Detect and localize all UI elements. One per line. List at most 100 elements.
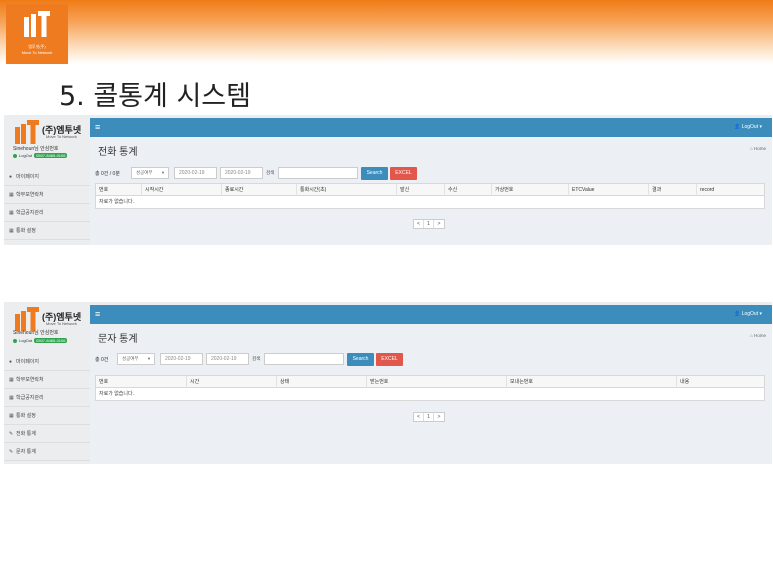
excel-button[interactable]: EXCEL [390, 167, 417, 180]
sidebar-item-label: 마이페이지 [16, 359, 40, 365]
column-header[interactable]: 받는번호 [366, 376, 506, 388]
result-count: 총 0건 [95, 357, 109, 363]
sidebar-item-label: 학급공지관리 [16, 395, 44, 401]
logout-label: LogOut [741, 311, 759, 317]
grid-icon: ▦ [9, 192, 14, 198]
sidebar-item-call-settings[interactable]: ▦ 통화 설정 [4, 222, 90, 240]
sidebar-item-call-settings[interactable]: ▦ 통화 설정 [4, 407, 90, 425]
breadcrumb-home[interactable]: ⌂ Home [750, 146, 766, 151]
next-page-button[interactable]: > [434, 220, 444, 228]
hamburger-menu-icon[interactable]: ≡ [95, 310, 100, 319]
column-header[interactable]: 통화시간(초) [296, 184, 396, 196]
sidebar-item-sms-stats[interactable]: ✎ 문자 통계 [4, 443, 90, 461]
sidebar-item-class-notice[interactable]: ▦ 학급공지관리 [4, 389, 90, 407]
grid-icon: ▦ [9, 395, 14, 401]
search-button[interactable]: Search [347, 353, 374, 366]
sidebar-menu: ● 마이페이지 ▦ 학부모연락처 ▦ 학급공지관리 ▦ 통화 설정 [4, 168, 90, 240]
user-name: Sinehoun님 안심번호 [13, 330, 59, 336]
column-header[interactable]: 번호 [96, 184, 141, 196]
sidebar-item-mypage[interactable]: ● 마이페이지 [4, 353, 90, 371]
dashboard-icon: ● [9, 359, 13, 365]
filter-bar: 총 0건 성공여부 ▼ 2020-02-19 2020-02-19 검색 Sear… [95, 353, 772, 366]
logout-button[interactable]: 👤 LogOut ▾ [734, 124, 762, 130]
hamburger-menu-icon[interactable]: ≡ [95, 123, 100, 132]
sidebar-menu: ● 마이페이지 ▦ 학부모연락처 ▦ 학급공지관리 ▦ 통화 설정 ✎ 전화 통계 ✎ 문자… [4, 353, 90, 461]
sidebar-item-parent-contacts[interactable]: ▦ 학부모연락처 [4, 371, 90, 389]
phone-badge: 0507-8465-0106 [34, 153, 68, 158]
date-to-input[interactable]: 2020-02-19 [220, 167, 263, 179]
column-header[interactable]: 상태 [276, 376, 366, 388]
sidebar-item-label: 학부모연락처 [16, 377, 44, 383]
sidebar-item-call-stats[interactable]: ✎ 전화 통계 [4, 425, 90, 443]
sidebar-item-label: 문자 통계 [16, 449, 36, 455]
column-header[interactable]: ETCValue [568, 184, 648, 196]
pagination: <1 > [413, 412, 445, 422]
user-name: Sinehoun님 안심번호 [13, 146, 59, 152]
logout-button[interactable]: 👤 LogOut ▾ [734, 311, 762, 317]
chevron-down-icon: ▼ [161, 170, 165, 175]
excel-button[interactable]: EXCEL [376, 353, 403, 366]
user-icon: 👤 [734, 311, 742, 317]
top-navbar: ≡ 👤 LogOut ▾ [90, 305, 772, 324]
sidebar: (주)엠투넷 Move To Network Sinehoun님 안심번호 Lo… [4, 302, 90, 464]
edit-icon: ✎ [9, 449, 14, 455]
success-filter-select[interactable]: 성공여부 ▼ [117, 353, 155, 365]
page-title: 전화 통계 [98, 147, 138, 158]
search-label: 검색 [266, 170, 275, 175]
breadcrumb-home-label: Home [753, 146, 766, 151]
result-count: 총 0건 / 0분 [95, 171, 120, 177]
date-from-input[interactable]: 2020-02-19 [160, 353, 203, 365]
logout-label: LogOut [741, 124, 759, 130]
sidebar-item-label: 전화 통계 [16, 431, 36, 437]
column-header[interactable]: 발신 [396, 184, 444, 196]
column-header[interactable]: record [696, 184, 766, 196]
sidebar-item-label: 통화 설정 [16, 413, 36, 419]
success-filter-select[interactable]: 성공여부 ▼ [131, 167, 169, 179]
dashboard-icon: ● [9, 174, 13, 180]
sidebar-item-class-notice[interactable]: ▦ 학급공지관리 [4, 204, 90, 222]
main-content: 전화 통계 ⌂ Home 총 0건 / 0분 성공여부 ▼ 2020-02-19 … [90, 137, 772, 245]
sidebar-item-mypage[interactable]: ● 마이페이지 [4, 168, 90, 186]
slide-header-band [0, 0, 773, 64]
edit-icon: ✎ [9, 431, 14, 437]
column-header[interactable]: 가상번호 [491, 184, 568, 196]
sidebar-item-label: 통화 설정 [16, 228, 36, 234]
column-header[interactable]: 결과 [648, 184, 696, 196]
prev-page-button[interactable]: < [414, 413, 424, 421]
grid-icon: ▦ [9, 210, 14, 216]
search-button[interactable]: Search [361, 167, 388, 180]
sidebar-item-parent-contacts[interactable]: ▦ 학부모연락처 [4, 186, 90, 204]
online-status-icon [13, 153, 17, 158]
select-value: 성공여부 [136, 170, 153, 175]
slide-logo: 엠투넷(주) Move To Network [6, 4, 68, 64]
column-header[interactable]: 종료시간 [221, 184, 296, 196]
search-input[interactable] [278, 167, 358, 179]
call-stats-table: 번호 시작시간 종료시간 통화시간(초) 발신 수신 가상번호 ETCValue… [95, 183, 765, 209]
column-header[interactable]: 수신 [444, 184, 491, 196]
column-header[interactable]: 시작시간 [141, 184, 221, 196]
select-value: 성공여부 [122, 356, 139, 361]
online-status-icon [13, 338, 17, 343]
sidebar-item-label: 학급공지관리 [16, 210, 44, 216]
page-button[interactable]: 1 [424, 413, 434, 421]
user-status: LogOut 0507-8465-0106 [13, 153, 68, 158]
brand-tagline: Move To Network [46, 134, 77, 139]
column-header[interactable]: 시간 [186, 376, 276, 388]
grid-icon: ▦ [9, 377, 14, 383]
status-text: LogOut [19, 153, 33, 158]
search-input[interactable] [264, 353, 344, 365]
filter-bar: 총 0건 / 0분 성공여부 ▼ 2020-02-19 2020-02-19 검색… [95, 167, 772, 180]
column-header[interactable]: 내용 [676, 376, 766, 388]
sidebar-item-label: 마이페이지 [16, 174, 40, 180]
breadcrumb-home[interactable]: ⌂ Home [750, 333, 766, 338]
date-from-input[interactable]: 2020-02-19 [174, 167, 217, 179]
column-header[interactable]: 번호 [96, 376, 186, 388]
page-button[interactable]: 1 [424, 220, 434, 228]
company-logo-icon [24, 11, 50, 37]
prev-page-button[interactable]: < [414, 220, 424, 228]
chevron-down-icon: ▼ [147, 356, 151, 361]
next-page-button[interactable]: > [434, 413, 444, 421]
column-header[interactable]: 보내는번호 [506, 376, 676, 388]
date-to-input[interactable]: 2020-02-19 [206, 353, 249, 365]
user-status: LogOut 0507-8465-0106 [13, 338, 68, 343]
